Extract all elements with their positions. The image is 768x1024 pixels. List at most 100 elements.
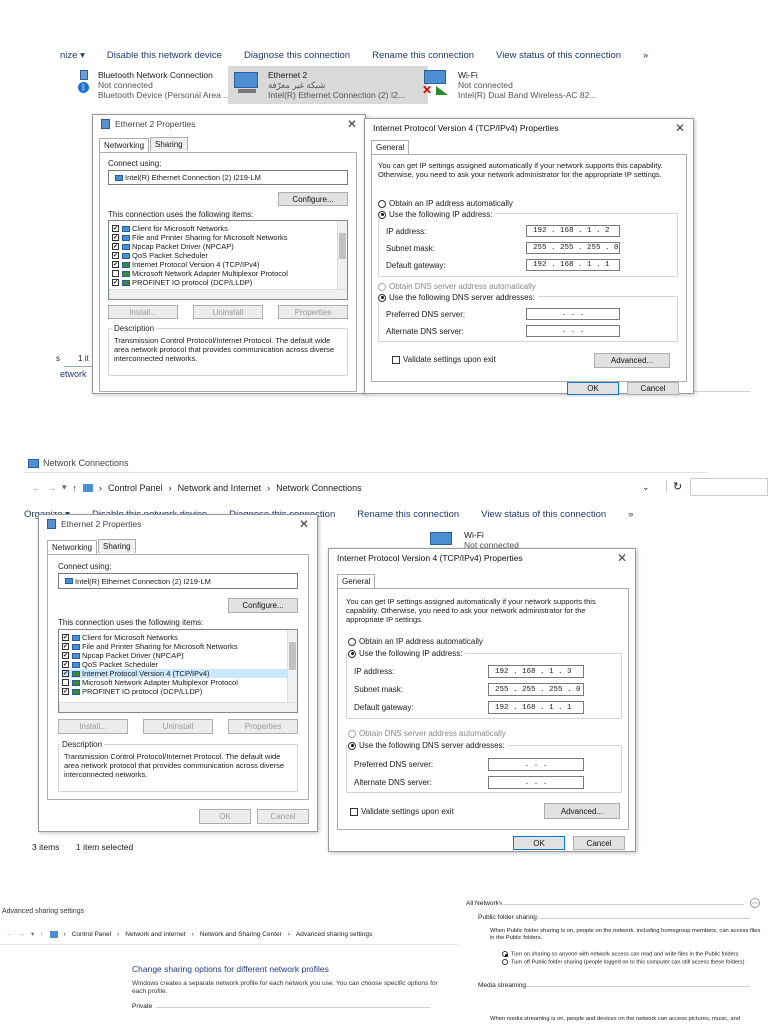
list-item[interactable]: Microsoft Network Adapter Multiplexor Pr… xyxy=(112,269,347,278)
uninstall-button[interactable]: Uninstall xyxy=(143,719,213,734)
alternate-dns-field[interactable]: . . . xyxy=(488,776,584,789)
use-following-dns-radio[interactable]: Use the following DNS server addresses: xyxy=(348,741,508,750)
breadcrumb-control-panel[interactable]: Control Panel xyxy=(72,931,111,938)
alternate-dns-field[interactable]: . . . xyxy=(526,325,620,337)
list-item[interactable]: ✔ QoS Packet Scheduler xyxy=(62,660,297,669)
ip-address-field[interactable]: 192 . 168 . 1 . 3 xyxy=(488,665,584,678)
list-item[interactable]: ✔ PROFINET IO protocol (DCP/LLDP) xyxy=(62,687,297,696)
list-scrollbar[interactable] xyxy=(287,630,297,702)
public-on-radio[interactable]: Turn on sharing so anyone with network a… xyxy=(502,951,764,958)
breadcrumb-advanced-sharing[interactable]: Advanced sharing settings xyxy=(296,931,372,938)
list-hscrollbar[interactable] xyxy=(109,289,347,299)
up-arrow-icon[interactable]: ↑ xyxy=(40,931,43,938)
rename-button[interactable]: Rename this connection xyxy=(357,509,459,520)
forward-arrow-icon[interactable]: → xyxy=(19,931,26,938)
list-hscrollbar[interactable] xyxy=(59,702,297,712)
obtain-dns-auto-radio[interactable]: Obtain DNS server address automatically xyxy=(378,282,536,291)
bluetooth-connection[interactable]: ᛒ Bluetooth Network Connection Not conne… xyxy=(78,70,230,100)
use-following-ip-radio[interactable]: Use the following IP address: xyxy=(378,210,496,219)
private-profile-header[interactable]: Private xyxy=(132,1003,152,1010)
list-scrollbar[interactable] xyxy=(337,221,347,289)
components-list[interactable]: ✔ Client for Microsoft Networks ✔ File and… xyxy=(58,629,298,713)
list-item-selected[interactable]: ✔ Internet Protocol Version 4 (TCP/IPv4) xyxy=(62,669,297,678)
tab-sharing[interactable]: Sharing xyxy=(150,137,188,151)
gateway-field[interactable]: 192 . 168 . 1 . 1 xyxy=(488,701,584,714)
obtain-dns-auto-radio[interactable]: Obtain DNS server address automatically xyxy=(348,729,506,738)
back-arrow-icon[interactable]: ← xyxy=(6,931,13,938)
validate-checkbox[interactable]: Validate settings upon exit xyxy=(392,355,496,364)
close-icon[interactable]: ✕ xyxy=(617,551,627,565)
list-item[interactable]: ✔ PROFINET IO protocol (DCP/LLDP) xyxy=(112,278,347,287)
list-item[interactable]: ✔ QoS Packet Scheduler xyxy=(112,251,347,260)
checkbox[interactable]: ✔ xyxy=(62,643,69,650)
checkbox[interactable]: ✔ xyxy=(112,225,119,232)
checkbox[interactable]: ✔ xyxy=(112,252,119,259)
search-box[interactable] xyxy=(690,478,768,496)
public-off-radio[interactable]: Turn off Public folder sharing (people l… xyxy=(502,959,764,966)
validate-checkbox[interactable]: Validate settings upon exit xyxy=(350,807,454,816)
recent-chevron-icon[interactable]: ▾ xyxy=(62,482,67,493)
subnet-mask-field[interactable]: 255 . 255 . 255 . 0 xyxy=(526,242,620,254)
list-item[interactable]: ✔ Client for Microsoft Networks xyxy=(62,633,297,642)
list-item[interactable]: ✔ Npcap Packet Driver (NPCAP) xyxy=(112,242,347,251)
checkbox[interactable] xyxy=(62,679,69,686)
cancel-button[interactable]: Cancel xyxy=(627,382,679,395)
list-item[interactable]: ✔ Internet Protocol Version 4 (TCP/IPv4) xyxy=(112,260,347,269)
back-arrow-icon[interactable]: ← xyxy=(32,483,41,493)
configure-button[interactable]: Configure... xyxy=(278,192,348,206)
uninstall-button[interactable]: Uninstall xyxy=(193,305,263,319)
install-button[interactable]: Install... xyxy=(108,305,178,319)
advanced-button[interactable]: Advanced... xyxy=(594,353,670,368)
recent-chevron-icon[interactable]: ▾ xyxy=(31,930,34,938)
view-status-button[interactable]: View status of this connection xyxy=(496,50,621,61)
ok-button[interactable]: OK xyxy=(513,836,565,850)
breadcrumb-network-internet[interactable]: Network and Internet xyxy=(178,483,262,493)
up-arrow-icon[interactable]: ↑ xyxy=(73,483,78,493)
obtain-ip-auto-radio[interactable]: Obtain an IP address automatically xyxy=(378,199,513,208)
list-item[interactable]: ✔ File and Printer Sharing for Microsoft … xyxy=(112,233,347,242)
cancel-button[interactable]: Cancel xyxy=(573,836,625,850)
properties-button[interactable]: Properties xyxy=(278,305,348,319)
forward-arrow-icon[interactable]: → xyxy=(47,483,56,493)
subnet-mask-field[interactable]: 255 . 255 . 255 . 0 xyxy=(488,683,584,696)
preferred-dns-field[interactable]: . . . xyxy=(488,758,584,771)
breadcrumb-network-internet[interactable]: Network and Internet xyxy=(125,931,185,938)
more-chevron-icon[interactable]: » xyxy=(628,509,633,520)
list-item[interactable]: Microsoft Network Adapter Multiplexor Pr… xyxy=(62,678,297,687)
checkbox[interactable]: ✔ xyxy=(62,634,69,641)
breadcrumb-control-panel[interactable]: Control Panel xyxy=(108,483,163,493)
tab-networking[interactable]: Networking xyxy=(47,540,98,554)
wifi-connection[interactable]: ✕ Wi-Fi Not connected Intel(R) Dual Band… xyxy=(422,70,596,100)
breadcrumb-sharing-center[interactable]: Network and Sharing Center xyxy=(200,931,282,938)
close-icon[interactable]: ✕ xyxy=(347,117,357,131)
ok-button[interactable]: OK xyxy=(567,382,619,395)
tab-general[interactable]: General xyxy=(371,140,410,154)
advanced-button[interactable]: Advanced... xyxy=(544,803,620,819)
diagnose-button[interactable]: Diagnose this connection xyxy=(244,50,350,61)
address-dropdown-icon[interactable]: ⌄ xyxy=(642,482,650,493)
use-following-dns-radio[interactable]: Use the following DNS server addresses: xyxy=(378,293,538,302)
ip-address-field[interactable]: 192 . 168 . 1 . 2 xyxy=(526,225,620,237)
checkbox[interactable]: ✔ xyxy=(62,688,69,695)
tab-general[interactable]: General xyxy=(337,574,376,588)
components-list[interactable]: ✔ Client for Microsoft Networks ✔ File and… xyxy=(108,220,348,300)
checkbox[interactable]: ✔ xyxy=(112,279,119,286)
tab-sharing[interactable]: Sharing xyxy=(98,539,136,553)
organize-menu[interactable]: nize ▾ xyxy=(60,50,85,61)
disable-device-button[interactable]: Disable this network device xyxy=(107,50,222,61)
gateway-field[interactable]: 192 . 168 . 1 . 1 xyxy=(526,259,620,271)
ok-button[interactable]: OK xyxy=(199,809,251,824)
install-button[interactable]: Install... xyxy=(58,719,128,734)
network-sidebar-item[interactable]: etwork xyxy=(60,369,87,379)
checkbox[interactable]: ✔ xyxy=(62,670,69,677)
checkbox[interactable]: ✔ xyxy=(112,261,119,268)
list-item[interactable]: ✔ File and Printer Sharing for Microsoft … xyxy=(62,642,297,651)
list-item[interactable]: ✔ Client for Microsoft Networks xyxy=(112,224,347,233)
view-status-button[interactable]: View status of this connection xyxy=(481,509,606,520)
all-networks-header[interactable]: All Networks xyxy=(466,900,502,907)
checkbox[interactable]: ✔ xyxy=(112,234,119,241)
configure-button[interactable]: Configure... xyxy=(228,598,298,613)
list-item[interactable]: ✔ Npcap Packet Driver (NPCAP) xyxy=(62,651,297,660)
tab-networking[interactable]: Networking xyxy=(99,138,150,152)
use-following-ip-radio[interactable]: Use the following IP address: xyxy=(348,649,466,658)
